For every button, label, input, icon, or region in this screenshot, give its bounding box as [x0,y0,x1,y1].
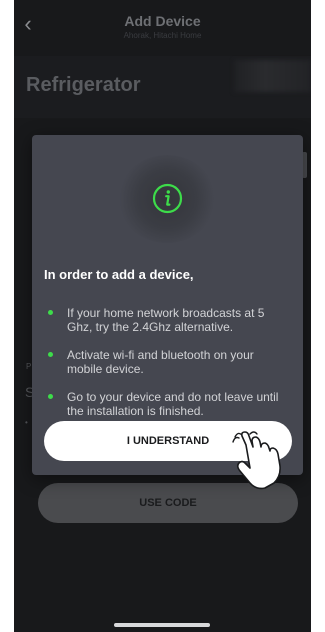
hand-pointer-icon [232,431,281,490]
list-item: Activate wi-fi and bluetooth on your mob… [44,348,289,376]
page-title: Add Device [124,13,201,29]
list-item: If your home network broadcasts at 5 Ghz… [44,306,289,334]
background-text-fragment: • [25,418,28,427]
tips-list: If your home network broadcasts at 5 Ghz… [44,306,289,432]
app-header: ‹ Add Device Ahorak, Hitachi Home [14,0,311,46]
phone-screen: ‹ Add Device Ahorak, Hitachi Home Refrig… [14,0,311,632]
background-text-fragment: P [26,362,32,371]
banner-image [234,60,311,92]
dialog-heading: In order to add a device, [44,267,194,282]
tip-text: Activate wi-fi and bluetooth on your mob… [67,348,254,376]
bullet-icon [48,310,53,315]
tip-text: Go to your device and do not leave until… [67,390,279,418]
info-icon [152,183,183,214]
page-subtitle: Ahorak, Hitachi Home [123,31,202,40]
list-item: Go to your device and do not leave until… [44,390,289,418]
home-indicator[interactable] [114,623,210,627]
bullet-icon [48,394,53,399]
tip-text: If your home network broadcasts at 5 Ghz… [67,306,265,334]
device-heading: Refrigerator [26,74,141,96]
bullet-icon [48,352,53,357]
